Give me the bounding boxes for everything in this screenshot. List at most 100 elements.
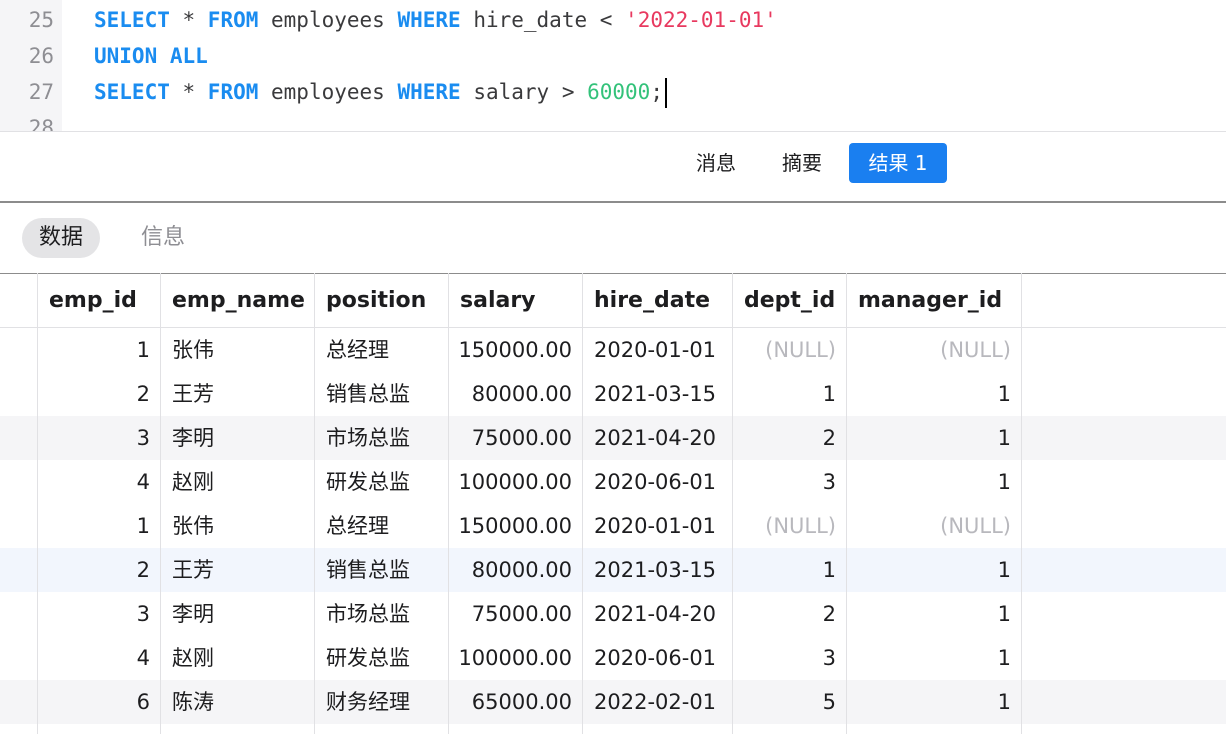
cell-emp-id[interactable]: 4 — [37, 636, 160, 680]
code-line[interactable]: 28 — [0, 110, 1226, 132]
cell-emp-name[interactable]: 李明 — [160, 416, 314, 460]
cell-salary[interactable]: 100000.00 — [448, 460, 582, 504]
cell-position[interactable]: 总经理 — [314, 504, 448, 548]
cell-position[interactable]: 研发总监 — [314, 460, 448, 504]
cell-dept-id[interactable]: (NULL) — [732, 328, 846, 372]
cell-manager-id[interactable]: 1 — [846, 460, 1021, 504]
cell-emp-id[interactable]: 2 — [37, 372, 160, 416]
cell-salary[interactable]: 100000.00 — [448, 636, 582, 680]
tab-summary[interactable]: 摘要 — [766, 143, 838, 183]
cell-hire-date[interactable]: 2020-06-01 — [582, 636, 732, 680]
cell-hire-date[interactable]: 2021-03-15 — [582, 372, 732, 416]
column-header-emp-id[interactable]: emp_id — [37, 274, 160, 327]
result-grid[interactable]: 1 张伟 总经理 150000.00 2020-01-01 (NULL) (NULL) 2 王芳… — [0, 273, 1226, 734]
cell-salary[interactable]: 150000.00 — [448, 328, 582, 372]
cell-position[interactable]: 销售总监 — [314, 372, 448, 416]
cell-dept-id[interactable]: 2 — [732, 592, 846, 636]
cell-salary[interactable]: 150000.00 — [448, 504, 582, 548]
cell-manager-id[interactable]: 1 — [846, 416, 1021, 460]
tab-messages[interactable]: 消息 — [680, 143, 752, 183]
column-header-emp-name[interactable]: emp_name — [160, 274, 314, 327]
column-header-manager-id[interactable]: manager_id — [846, 274, 1021, 327]
column-separator — [582, 273, 583, 734]
cell-dept-id[interactable]: 5 — [732, 680, 846, 724]
table-row[interactable]: 2 王芳 销售总监 80000.00 2021-03-15 1 1 — [0, 548, 1226, 592]
table-row[interactable]: 6 陈涛 财务经理 65000.00 2022-02-01 5 1 — [0, 680, 1226, 724]
cell-manager-id[interactable]: 1 — [846, 592, 1021, 636]
line-number: 28 — [28, 116, 54, 132]
cell-position[interactable]: 市场总监 — [314, 416, 448, 460]
cell-salary[interactable]: 80000.00 — [448, 372, 582, 416]
cell-emp-name[interactable]: 张伟 — [160, 328, 314, 372]
cell-manager-id[interactable]: (NULL) — [846, 504, 1021, 548]
code-line[interactable]: 27 SELECT * FROM employees WHERE salary >… — [0, 74, 1226, 110]
cell-salary[interactable]: 80000.00 — [448, 548, 582, 592]
cell-salary[interactable]: 65000.00 — [448, 680, 582, 724]
cell-position[interactable]: 总经理 — [314, 328, 448, 372]
cell-hire-date[interactable]: 2021-04-20 — [582, 592, 732, 636]
table-row[interactable]: 2 王芳 销售总监 80000.00 2021-03-15 1 1 — [0, 372, 1226, 416]
cell-dept-id[interactable]: 1 — [732, 548, 846, 592]
table-row[interactable]: 4 赵刚 研发总监 100000.00 2020-06-01 3 1 — [0, 636, 1226, 680]
cell-dept-id[interactable]: (NULL) — [732, 504, 846, 548]
sql-text: employees — [258, 80, 398, 104]
code-line[interactable]: 26 UNION ALL — [0, 38, 1226, 74]
sql-editor[interactable]: 25 SELECT * FROM employees WHERE hire_dat… — [0, 0, 1226, 132]
sql-keyword: FROM — [207, 80, 259, 104]
cell-position[interactable]: 市场总监 — [314, 592, 448, 636]
cell-emp-name[interactable]: 赵刚 — [160, 460, 314, 504]
cell-manager-id[interactable]: 1 — [846, 548, 1021, 592]
sql-number: 60000 — [587, 80, 651, 104]
cell-emp-id[interactable]: 1 — [37, 504, 160, 548]
table-row[interactable]: 1 张伟 总经理 150000.00 2020-01-01 (NULL) (NULL) — [0, 504, 1226, 548]
code-line[interactable]: 25 SELECT * FROM employees WHERE hire_dat… — [0, 2, 1226, 38]
cell-emp-id[interactable]: 4 — [37, 460, 160, 504]
cell-hire-date[interactable]: 2020-01-01 — [582, 504, 732, 548]
column-header-position[interactable]: position — [314, 274, 448, 327]
editor-divider — [0, 131, 1226, 132]
column-header-hire-date[interactable]: hire_date — [582, 274, 732, 327]
cell-emp-id[interactable]: 1 — [37, 328, 160, 372]
cell-emp-id[interactable]: 3 — [37, 416, 160, 460]
cell-hire-date[interactable]: 2020-06-01 — [582, 460, 732, 504]
cell-dept-id[interactable]: 3 — [732, 460, 846, 504]
cell-salary[interactable]: 75000.00 — [448, 592, 582, 636]
cell-hire-date[interactable]: 2021-03-15 — [582, 548, 732, 592]
cell-emp-id[interactable]: 3 — [37, 592, 160, 636]
column-header-dept-id[interactable]: dept_id — [732, 274, 846, 327]
cell-emp-id[interactable]: 6 — [37, 680, 160, 724]
segment-data[interactable]: 数据 — [22, 218, 100, 258]
tab-result-1[interactable]: 结果 1 — [849, 143, 947, 183]
cell-emp-name[interactable]: 李明 — [160, 592, 314, 636]
cell-emp-id[interactable]: 2 — [37, 548, 160, 592]
table-row[interactable]: 4 赵刚 研发总监 100000.00 2020-06-01 3 1 — [0, 460, 1226, 504]
table-row[interactable]: 1 张伟 总经理 150000.00 2020-01-01 (NULL) (NULL) — [0, 328, 1226, 372]
cell-emp-name[interactable]: 王芳 — [160, 548, 314, 592]
table-row[interactable]: 3 李明 市场总监 75000.00 2021-04-20 2 1 — [0, 416, 1226, 460]
table-row[interactable]: 3 李明 市场总监 75000.00 2021-04-20 2 1 — [0, 592, 1226, 636]
cell-emp-name[interactable]: 陈涛 — [160, 680, 314, 724]
cell-position[interactable]: 研发总监 — [314, 636, 448, 680]
cell-emp-name[interactable]: 赵刚 — [160, 636, 314, 680]
cell-emp-name[interactable]: 王芳 — [160, 372, 314, 416]
cell-position[interactable]: 销售总监 — [314, 548, 448, 592]
cell-hire-date[interactable]: 2021-04-20 — [582, 416, 732, 460]
code-text: SELECT * FROM employees WHERE hire_date … — [94, 2, 777, 38]
cell-salary[interactable]: 75000.00 — [448, 416, 582, 460]
cell-position[interactable]: 财务经理 — [314, 680, 448, 724]
cell-dept-id[interactable]: 3 — [732, 636, 846, 680]
cell-dept-id[interactable]: 1 — [732, 372, 846, 416]
column-separator — [1021, 273, 1022, 734]
cell-manager-id[interactable]: (NULL) — [846, 328, 1021, 372]
column-header-salary[interactable]: salary — [448, 274, 582, 327]
cell-dept-id[interactable]: 2 — [732, 416, 846, 460]
segment-info[interactable]: 信息 — [124, 218, 202, 258]
cell-manager-id[interactable]: 1 — [846, 636, 1021, 680]
cell-manager-id[interactable]: 1 — [846, 372, 1021, 416]
sql-keyword: WHERE — [397, 80, 461, 104]
cell-manager-id[interactable]: 1 — [846, 680, 1021, 724]
cell-hire-date[interactable]: 2022-02-01 — [582, 680, 732, 724]
cell-emp-name[interactable]: 张伟 — [160, 504, 314, 548]
cell-hire-date[interactable]: 2020-01-01 — [582, 328, 732, 372]
sql-text: ; — [650, 80, 663, 104]
